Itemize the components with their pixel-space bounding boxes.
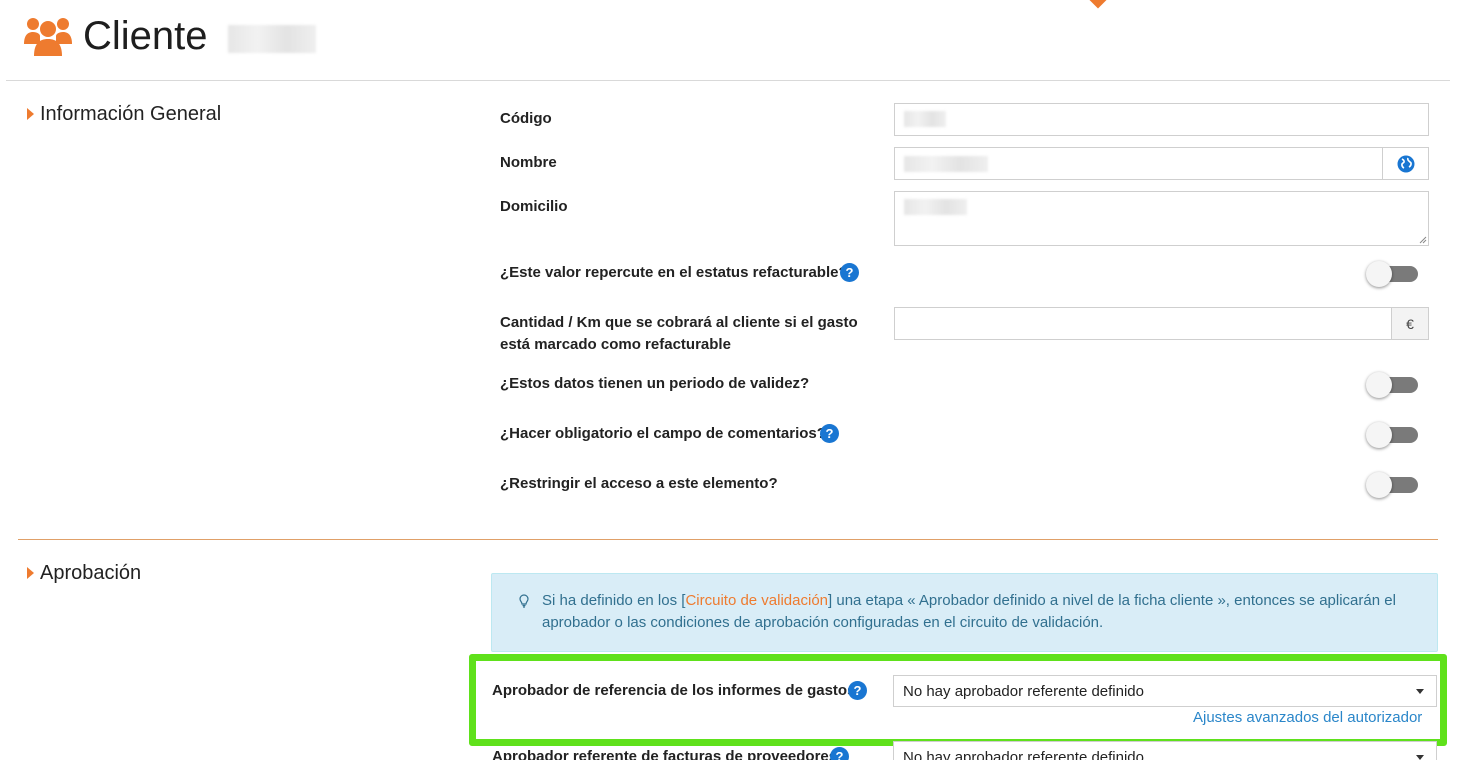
facturas-approver-select[interactable]: No hay aprobador referente definido [893,741,1437,760]
select-value: No hay aprobador referente definido [903,682,1144,700]
redacted-value [904,199,967,215]
redacted-value [904,111,946,127]
validez-toggle[interactable] [1366,372,1420,398]
nombre-label: Nombre [500,154,557,171]
comentarios-label: ¿Hacer obligatorio el campo de comentari… [500,425,826,442]
lightbulb-icon [519,594,529,608]
restringir-label: ¿Restringir el acceso a este elemento? [500,475,778,492]
cantidad-label-line1: Cantidad / Km que se cobrará al cliente … [500,314,858,331]
validez-label: ¿Estos datos tienen un periodo de valide… [500,375,810,392]
resize-handle-icon[interactable] [1419,236,1427,244]
help-icon[interactable]: ? [830,747,849,760]
users-icon [24,18,72,56]
restringir-toggle[interactable] [1366,472,1420,498]
section-heading-general: Información General [40,103,222,125]
facturas-approver-label: Aprobador referente de facturas de prove… [492,748,838,760]
chevron-down-icon [1416,755,1424,760]
select-value: No hay aprobador referente definido [903,748,1144,760]
toggle-knob [1366,372,1392,398]
informes-approver-label: Aprobador de referencia de los informes … [492,682,856,699]
help-icon[interactable]: ? [840,263,859,282]
circuito-validacion-link[interactable]: Circuito de validación [685,592,828,609]
section-heading-aprobacion: Aprobación [40,562,142,584]
section-arrow-icon [27,567,34,579]
refacturable-toggle[interactable] [1366,261,1420,287]
domicilio-label: Domicilio [500,198,568,215]
codigo-input[interactable] [894,103,1429,136]
comentarios-toggle[interactable] [1366,422,1420,448]
chevron-down-icon [1416,689,1424,694]
redacted-value [904,156,988,172]
help-icon[interactable]: ? [820,424,839,443]
info-text: Si ha definido en los [Circuito de valid… [542,590,1422,634]
informes-approver-select[interactable]: No hay aprobador referente definido [893,675,1437,707]
section-arrow-icon [27,108,34,120]
currency-addon: € [1391,307,1429,340]
toggle-knob [1366,422,1392,448]
advanced-settings-link[interactable]: Ajustes avanzados del autorizador [1193,709,1422,726]
info-prefix: Si ha definido en los [ [542,592,686,609]
section-divider [18,539,1438,540]
toggle-knob [1366,472,1392,498]
header-divider [6,80,1450,81]
cantidad-input[interactable] [894,307,1392,340]
globe-icon [1397,155,1414,172]
domicilio-textarea[interactable] [894,191,1429,246]
codigo-label: Código [500,110,552,127]
active-tab-caret [1089,0,1107,9]
refacturable-label: ¿Este valor repercute en el estatus refa… [500,264,848,281]
info-alert: Si ha definido en los [Circuito de valid… [491,573,1438,652]
redacted-client-name [228,25,316,53]
translate-button[interactable] [1382,147,1429,180]
toggle-knob [1366,261,1392,287]
page-title: Cliente [83,14,208,58]
nombre-input[interactable] [894,147,1383,180]
cantidad-label-line2: está marcado como refacturable [500,336,731,353]
help-icon[interactable]: ? [848,681,867,700]
